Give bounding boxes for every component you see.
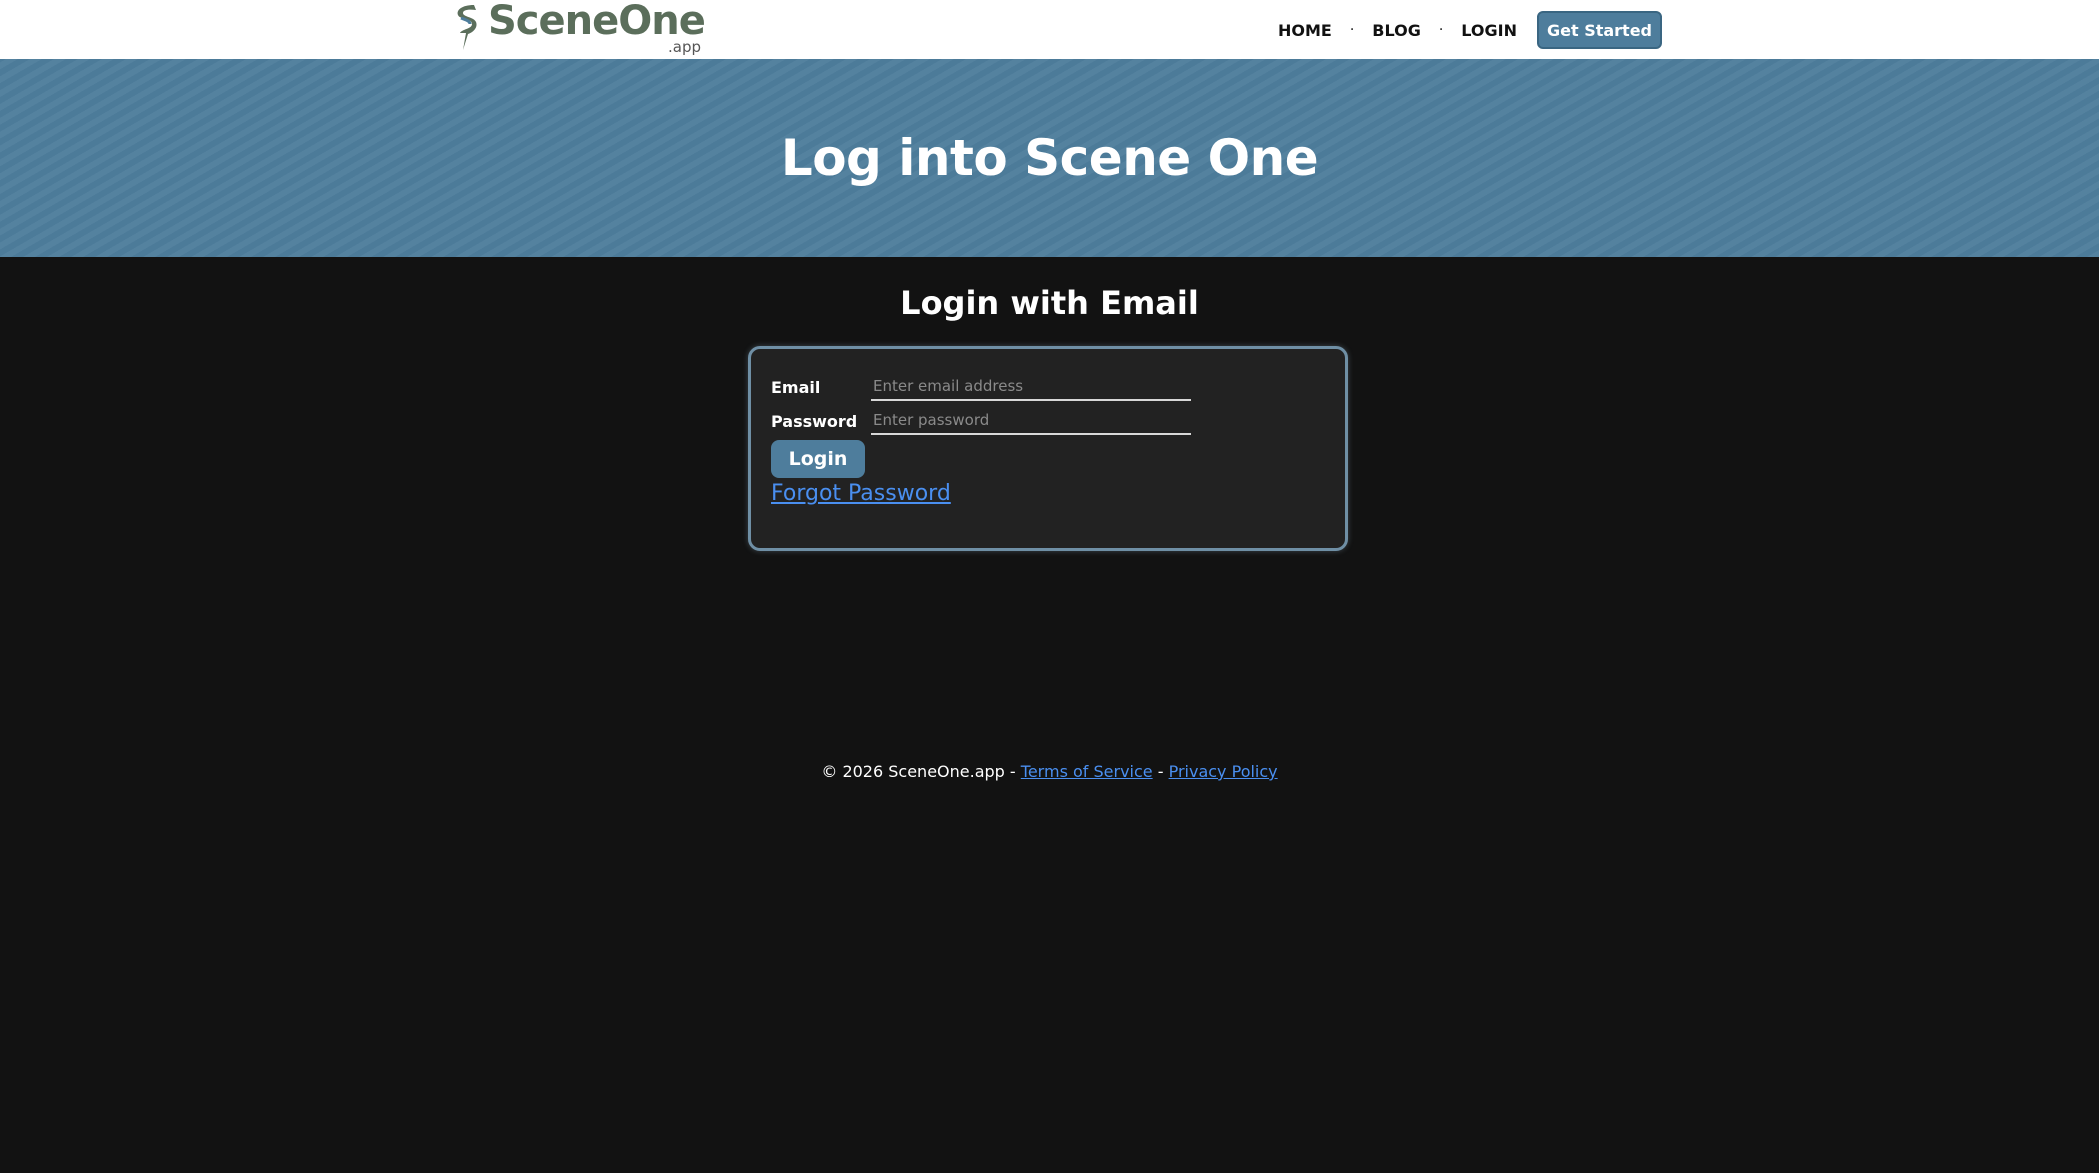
footer: © 2026 SceneOne.app - Terms of Service -…	[0, 762, 2099, 781]
forgot-password-link[interactable]: Forgot Password	[771, 481, 951, 506]
email-input[interactable]	[871, 369, 1191, 401]
nav-separator: ·	[1349, 22, 1355, 38]
nav-separator: ·	[1438, 22, 1444, 38]
email-field-row: Email	[771, 369, 1211, 401]
main-nav: HOME · BLOG · LOGIN Get Started	[1274, 11, 1662, 49]
nav-link-home[interactable]: HOME	[1274, 21, 1336, 40]
footer-separator: -	[1157, 762, 1164, 781]
logo-mark-icon	[457, 5, 477, 50]
logo-domain-suffix: .app	[668, 38, 702, 56]
privacy-policy-link[interactable]: Privacy Policy	[1169, 762, 1278, 781]
get-started-button[interactable]: Get Started	[1536, 11, 1662, 49]
password-label: Password	[771, 412, 858, 431]
hero-banner: Log into Scene One	[0, 59, 2099, 257]
footer-separator: -	[1009, 762, 1016, 781]
email-label: Email	[771, 378, 821, 397]
top-nav-bar: SceneOne .app HOME · BLOG · LOGIN Get St…	[0, 0, 2099, 59]
footer-copyright: © 2026 SceneOne.app	[821, 762, 1005, 781]
login-form-card: Email Password Login Forgot Password	[748, 346, 1348, 551]
login-section-title: Login with Email	[900, 284, 1199, 322]
nav-link-login[interactable]: LOGIN	[1457, 21, 1521, 40]
password-input[interactable]	[871, 403, 1191, 435]
sceneone-logo[interactable]: SceneOne .app	[452, 0, 712, 56]
page-title: Log into Scene One	[780, 129, 1319, 187]
login-button[interactable]: Login	[771, 440, 865, 478]
terms-of-service-link[interactable]: Terms of Service	[1021, 762, 1153, 781]
password-field-row: Password	[771, 403, 1211, 435]
nav-link-blog[interactable]: BLOG	[1368, 21, 1425, 40]
